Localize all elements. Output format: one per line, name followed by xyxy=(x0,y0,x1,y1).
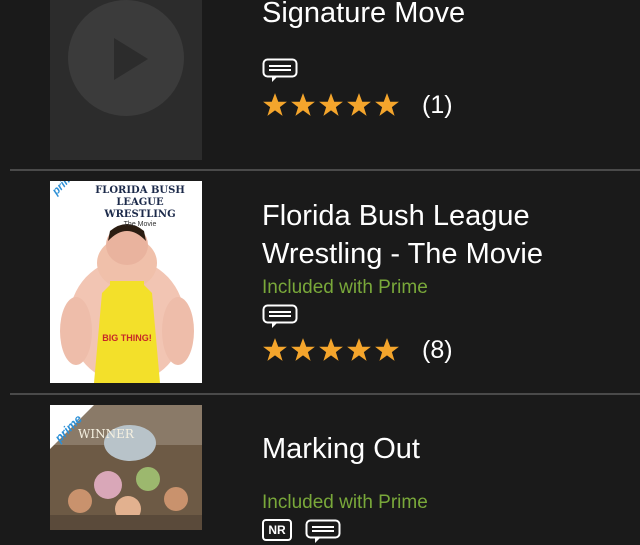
star-icon xyxy=(319,93,343,116)
list-item-florida-bush-league[interactable]: prime FLORIDA BUSH LEAGUE WRESTLING The … xyxy=(0,171,640,393)
star-icon xyxy=(263,93,287,116)
rating-count: (8) xyxy=(422,335,453,364)
poster-florida-bush-league[interactable]: prime FLORIDA BUSH LEAGUE WRESTLING The … xyxy=(50,181,202,383)
closed-captions-icon xyxy=(262,304,298,328)
play-icon[interactable] xyxy=(50,0,202,160)
poster-belly-text: BIG THING! xyxy=(102,333,152,343)
poster-tagline: The Movie xyxy=(123,221,157,228)
item-title[interactable]: Signature Move xyxy=(262,0,620,32)
closed-captions-icon xyxy=(305,519,341,543)
star-icon xyxy=(291,338,315,361)
nr-rating-badge: NR xyxy=(262,519,292,541)
list-item-signature-move[interactable]: Signature Move (1) xyxy=(0,0,640,170)
list-item-marking-out[interactable]: prime WINNER Marking Out Included with P… xyxy=(0,395,640,543)
poster-corner-text: WINNER xyxy=(78,427,134,441)
included-with-prime: Included with Prime xyxy=(262,492,428,513)
star-rating: (8) xyxy=(262,335,453,365)
thumbnail-placeholder[interactable] xyxy=(50,0,202,160)
included-with-prime: Included with Prime xyxy=(262,277,428,298)
stars-group xyxy=(262,337,400,363)
poster-marking-out[interactable]: prime WINNER xyxy=(50,405,202,530)
rating-count: (1) xyxy=(422,90,453,119)
star-icon xyxy=(375,93,399,116)
stars-group xyxy=(262,92,400,118)
star-icon xyxy=(347,338,371,361)
closed-captions-icon xyxy=(262,58,298,82)
star-icon xyxy=(319,338,343,361)
item-title[interactable]: Marking Out xyxy=(262,430,620,468)
star-rating: (1) xyxy=(262,90,453,120)
item-title[interactable]: Florida Bush League Wrestling - The Movi… xyxy=(262,197,620,273)
star-icon xyxy=(263,338,287,361)
star-icon xyxy=(347,93,371,116)
star-icon xyxy=(291,93,315,116)
poster-headline: FLORIDA BUSH LEAGUE WRESTLING xyxy=(95,185,185,220)
star-icon xyxy=(375,338,399,361)
